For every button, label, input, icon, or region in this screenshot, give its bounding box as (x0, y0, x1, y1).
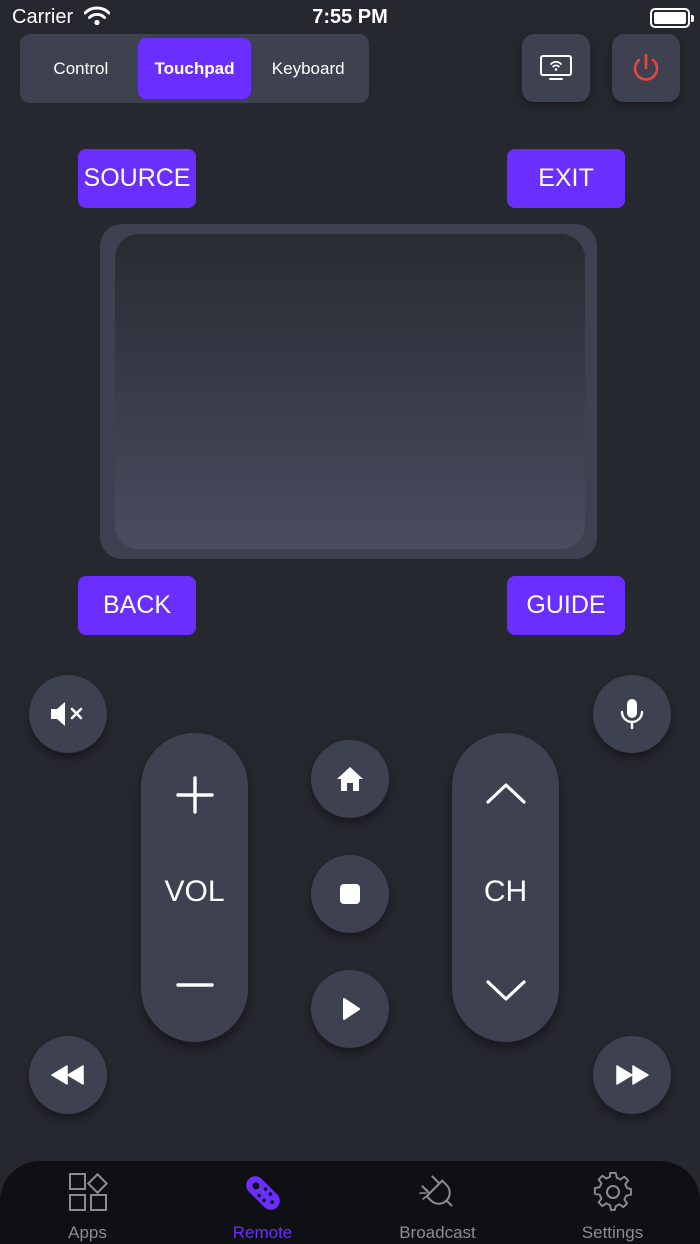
remote-icon (245, 1176, 280, 1210)
chevron-up-icon (485, 783, 526, 804)
channel-control: CH (452, 733, 559, 1042)
home-icon (337, 767, 363, 791)
volume-control: VOL (141, 733, 248, 1042)
rewind-button[interactable] (29, 1036, 107, 1114)
tab-broadcast[interactable]: Broadcast (350, 1161, 525, 1244)
volume-label: VOL (164, 875, 225, 908)
tab-remote-label: Remote (232, 1223, 293, 1242)
microphone-icon (620, 699, 644, 730)
exit-button[interactable]: EXIT (507, 149, 625, 208)
tab-apps-label: Apps (68, 1223, 107, 1242)
source-button[interactable]: SOURCE (78, 149, 196, 208)
home-button[interactable] (311, 740, 389, 818)
tab-control[interactable]: Control (24, 38, 138, 99)
channel-up-button[interactable] (452, 745, 559, 845)
battery-icon (650, 8, 694, 28)
tab-bar: Apps Remote Broadcast Settings (0, 1161, 700, 1244)
minus-icon (175, 983, 214, 987)
chevron-down-icon (485, 980, 526, 1001)
fast-forward-button[interactable] (593, 1036, 671, 1114)
channel-label: CH (483, 875, 528, 908)
stop-icon (340, 884, 360, 904)
plus-icon (175, 776, 214, 814)
guide-button[interactable]: GUIDE (507, 576, 625, 635)
rewind-icon (51, 1065, 84, 1085)
play-button[interactable] (311, 970, 389, 1048)
power-button[interactable] (612, 34, 680, 102)
mute-icon (51, 702, 83, 726)
cast-button[interactable] (522, 34, 590, 102)
tab-keyboard[interactable]: Keyboard (251, 38, 365, 99)
play-icon (343, 998, 360, 1020)
apps-icon (68, 1172, 108, 1211)
touchpad-surface[interactable] (115, 234, 585, 549)
tab-settings-label: Settings (581, 1223, 644, 1242)
volume-down-button[interactable] (141, 942, 248, 1042)
volume-up-button[interactable] (141, 745, 248, 845)
tab-settings[interactable]: Settings (525, 1161, 700, 1244)
power-icon (633, 53, 659, 81)
fast-forward-icon (616, 1065, 649, 1085)
tab-apps[interactable]: Apps (0, 1161, 175, 1244)
status-bar: Carrier 7:55 PM (0, 0, 700, 36)
microphone-button[interactable] (593, 675, 671, 753)
touchpad-frame (100, 224, 597, 559)
status-time: 7:55 PM (312, 6, 388, 28)
mute-button[interactable] (29, 675, 107, 753)
tab-remote[interactable]: Remote (175, 1161, 350, 1244)
tab-broadcast-label: Broadcast (399, 1223, 476, 1242)
cast-icon (540, 55, 572, 80)
gear-icon (593, 1171, 632, 1211)
mode-segmented-control: Control Touchpad Keyboard (20, 34, 369, 103)
tab-touchpad[interactable]: Touchpad (137, 38, 252, 99)
broadcast-icon (418, 1175, 452, 1207)
stop-button[interactable] (311, 855, 389, 933)
channel-down-button[interactable] (452, 942, 559, 1042)
back-button[interactable]: BACK (78, 576, 196, 635)
